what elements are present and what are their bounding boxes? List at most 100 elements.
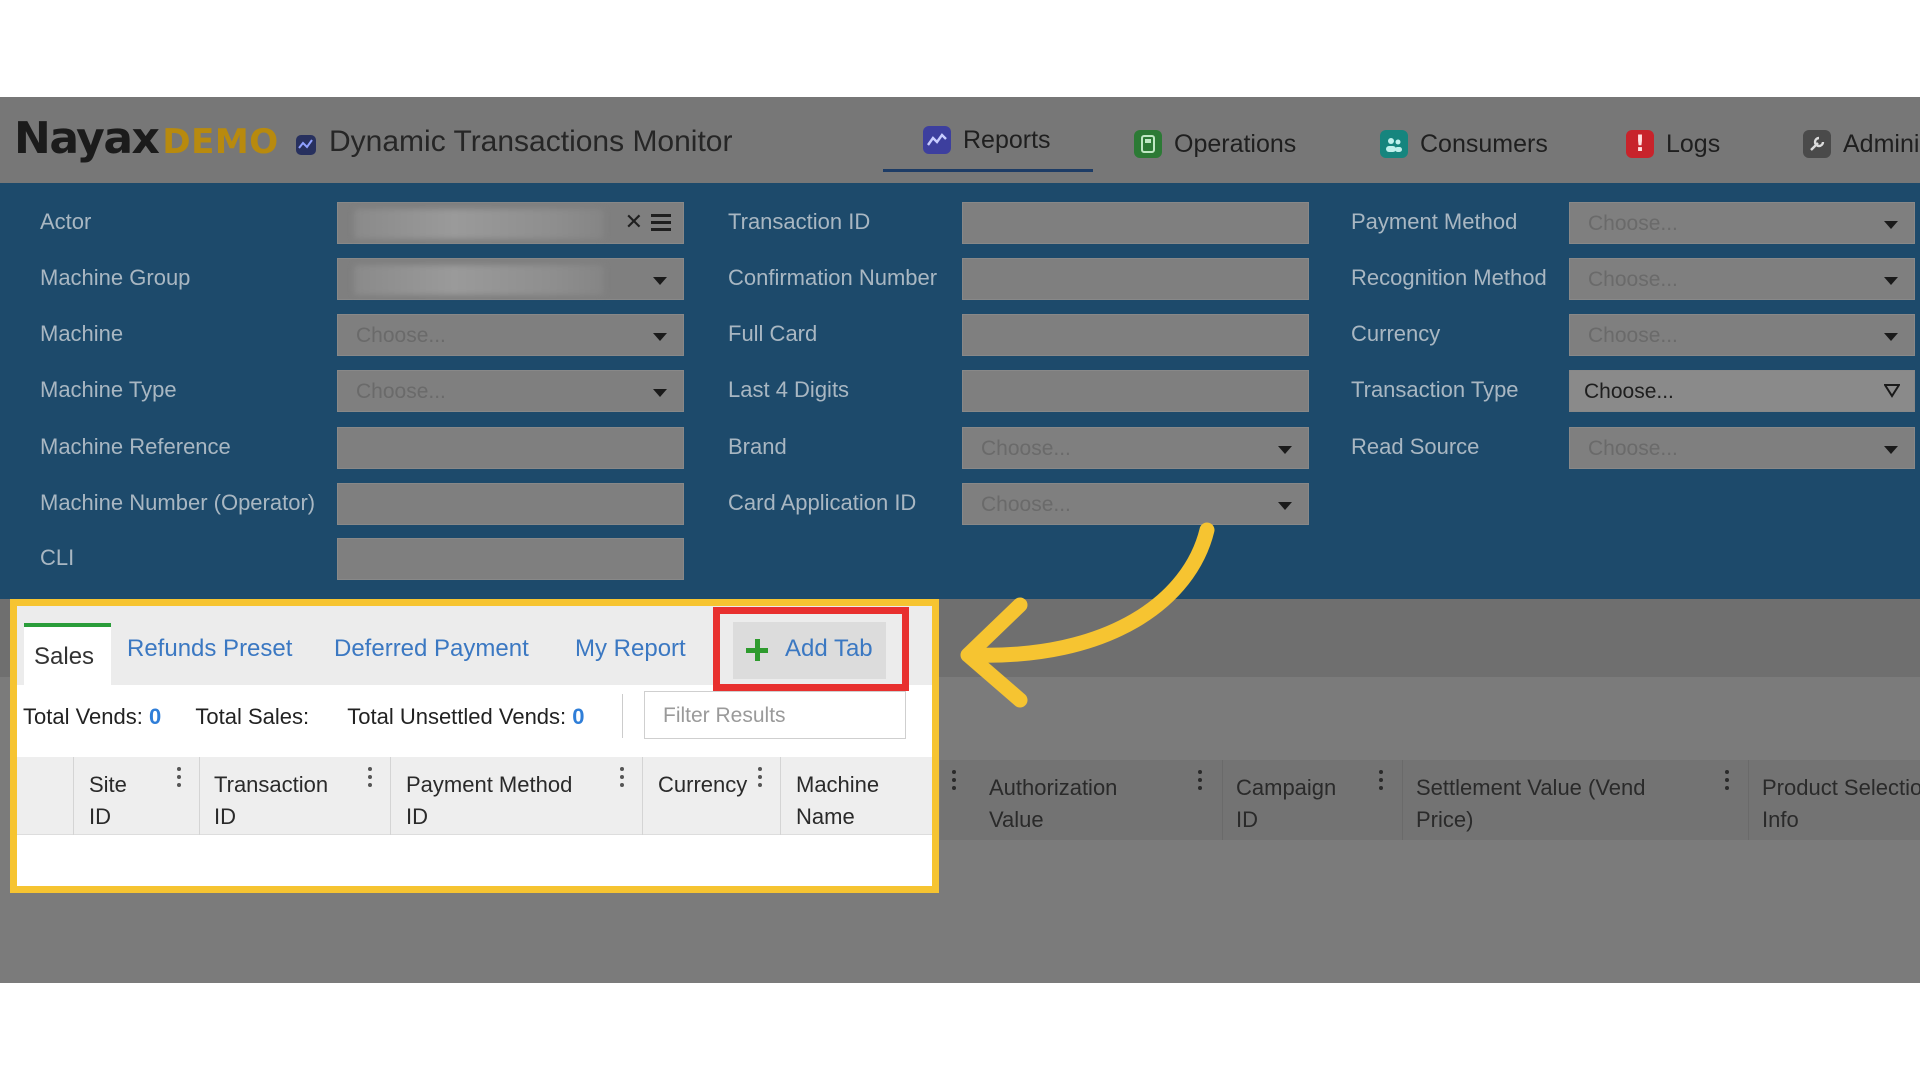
- nav-reports-label: Reports: [963, 125, 1051, 154]
- card-app-id-placeholder: Choose...: [981, 493, 1071, 516]
- payment-method-select[interactable]: Choose...: [1569, 202, 1915, 244]
- column-menu-icon[interactable]: [1198, 770, 1202, 794]
- consumers-icon: [1380, 130, 1408, 158]
- total-vends-label: Total Vends:: [23, 704, 143, 729]
- column-payment-method-id[interactable]: Payment Method ID: [406, 769, 572, 833]
- transaction-type-select[interactable]: Choose...: [1569, 370, 1915, 412]
- column-divider: [1222, 760, 1223, 840]
- column-campaign-id[interactable]: Campaign ID: [1236, 772, 1336, 836]
- transaction-type-label: Transaction Type: [1351, 377, 1519, 402]
- column-menu-icon[interactable]: [758, 767, 762, 791]
- dashboard-icon: [296, 135, 316, 155]
- machine-type-label: Machine Type: [40, 377, 177, 402]
- column-title-line: Name: [796, 804, 855, 829]
- column-title-line: Currency: [658, 772, 748, 797]
- currency-placeholder: Choose...: [1588, 324, 1678, 347]
- tab-my-report[interactable]: My Report: [575, 635, 686, 663]
- brand-label: Brand: [728, 434, 787, 459]
- machine-placeholder: Choose...: [356, 324, 446, 347]
- column-title-line: Settlement Value (Vend: [1416, 775, 1646, 800]
- column-title-line: Campaign: [1236, 775, 1337, 800]
- full-card-input[interactable]: [962, 314, 1309, 356]
- read-source-label: Read Source: [1351, 434, 1480, 459]
- column-machine-name[interactable]: Machine Name: [796, 769, 879, 833]
- confirmation-number-input[interactable]: [962, 258, 1309, 300]
- totals-summary: Total Vends: 0 Total Sales: Total Unsett…: [23, 704, 585, 730]
- machine-reference-input[interactable]: [337, 427, 684, 469]
- column-menu-icon[interactable]: [952, 770, 956, 794]
- brand-select[interactable]: Choose...: [962, 427, 1309, 469]
- filter-results-input[interactable]: Filter Results: [644, 691, 906, 739]
- active-nav-indicator: [883, 169, 1093, 172]
- column-divider: [1748, 760, 1749, 840]
- nav-admin[interactable]: Admini: [1803, 119, 1919, 169]
- column-divider: [780, 757, 781, 835]
- column-menu-icon[interactable]: [177, 767, 181, 791]
- admin-icon: [1803, 130, 1831, 158]
- currency-select[interactable]: Choose...: [1569, 314, 1915, 356]
- column-title-line: ID: [89, 804, 111, 829]
- logo-text: Nayax: [14, 113, 160, 164]
- machine-type-placeholder: Choose...: [356, 380, 446, 403]
- column-menu-icon[interactable]: [1725, 770, 1729, 794]
- actor-field[interactable]: ✕: [337, 202, 684, 244]
- filter-results-placeholder: Filter Results: [663, 704, 786, 727]
- column-menu-icon[interactable]: [368, 767, 372, 791]
- machine-number-input[interactable]: [337, 483, 684, 525]
- tab-deferred-payment[interactable]: Deferred Payment: [334, 635, 529, 663]
- card-app-id-select[interactable]: Choose...: [962, 483, 1309, 525]
- column-divider: [390, 757, 391, 835]
- column-title-line: Info: [1762, 807, 1799, 832]
- nayax-logo[interactable]: Nayax DEMO: [14, 113, 279, 164]
- nav-admin-label: Admini: [1843, 129, 1920, 158]
- redacted-value: [354, 265, 604, 295]
- column-menu-icon[interactable]: [1379, 770, 1383, 794]
- page-title: Dynamic Transactions Monitor: [329, 125, 733, 158]
- brand-placeholder: Choose...: [981, 437, 1071, 460]
- column-authorization-value[interactable]: Authorization Value: [989, 772, 1117, 836]
- clear-icon[interactable]: ✕: [625, 209, 643, 235]
- payment-method-label: Payment Method: [1351, 209, 1518, 234]
- nav-logs[interactable]: ! Logs: [1626, 119, 1720, 169]
- column-product-selection[interactable]: Product Selectio Info: [1762, 772, 1920, 836]
- machine-group-select[interactable]: [337, 258, 684, 300]
- tab-sales[interactable]: Sales: [24, 623, 111, 685]
- nav-logs-label: Logs: [1666, 129, 1721, 158]
- total-unsettled-value: 0: [572, 704, 585, 729]
- grid-header: Site ID Transaction ID Payment Method ID…: [17, 757, 932, 835]
- currency-label: Currency: [1351, 321, 1441, 346]
- pointer-arrow: [960, 522, 1215, 708]
- column-currency[interactable]: Currency: [658, 769, 747, 801]
- column-divider: [199, 757, 200, 835]
- column-transaction-id[interactable]: Transaction ID: [214, 769, 328, 833]
- actor-label: Actor: [40, 209, 92, 234]
- stats-divider: [622, 694, 623, 738]
- full-card-label: Full Card: [728, 321, 818, 346]
- tab-refunds-preset[interactable]: Refunds Preset: [127, 635, 292, 663]
- nav-reports[interactable]: Reports: [923, 115, 1051, 165]
- column-site-id[interactable]: Site ID: [89, 769, 127, 833]
- machine-select[interactable]: Choose...: [337, 314, 684, 356]
- logo-demo-text: DEMO: [162, 122, 279, 162]
- confirmation-number-label: Confirmation Number: [728, 265, 938, 290]
- column-title-line: ID: [406, 804, 428, 829]
- column-settlement-value[interactable]: Settlement Value (Vend Price): [1416, 772, 1646, 836]
- nav-operations[interactable]: Operations: [1134, 119, 1296, 169]
- read-source-select[interactable]: Choose...: [1569, 427, 1915, 469]
- nav-consumers[interactable]: Consumers: [1380, 119, 1548, 169]
- column-title-line: Price): [1416, 807, 1474, 832]
- last4-input[interactable]: [962, 370, 1309, 412]
- nav-consumers-label: Consumers: [1420, 129, 1548, 158]
- machine-group-label: Machine Group: [40, 265, 191, 290]
- transaction-id-input[interactable]: [962, 202, 1309, 244]
- machine-type-select[interactable]: Choose...: [337, 370, 684, 412]
- cli-input[interactable]: [337, 538, 684, 580]
- column-title-line: Site: [89, 772, 127, 797]
- grid-header-overflow: Authorization Value Campaign ID Settleme…: [940, 760, 1920, 840]
- list-icon[interactable]: [651, 214, 671, 232]
- recognition-method-select[interactable]: Choose...: [1569, 258, 1915, 300]
- total-vends-value: 0: [149, 704, 162, 729]
- column-menu-icon[interactable]: [620, 767, 624, 791]
- machine-label: Machine: [40, 321, 124, 346]
- column-title-line: Payment Method: [406, 772, 573, 797]
